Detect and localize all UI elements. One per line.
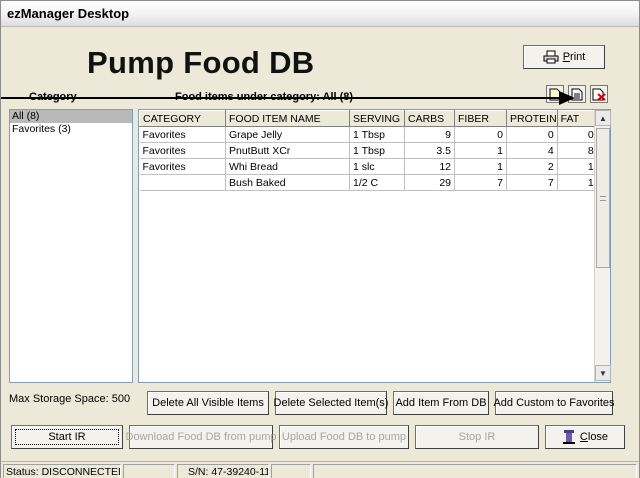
status-pane-empty bbox=[313, 464, 637, 478]
connection-status: Status: DISCONNECTED bbox=[3, 464, 121, 478]
delete-selected-button[interactable]: Delete Selected Item(s) bbox=[274, 391, 388, 415]
table-cell: 1 Tbsp bbox=[349, 142, 405, 159]
close-label: Close bbox=[579, 431, 609, 443]
table-cell: 1 bbox=[454, 158, 507, 175]
stop-ir-button[interactable]: Stop IR bbox=[415, 425, 539, 449]
table-cell: Whi Bread bbox=[225, 158, 350, 175]
window-title: ezManager Desktop bbox=[7, 6, 130, 21]
table-header-row: CATEGORY FOOD ITEM NAME SERVING CARBS FI… bbox=[139, 110, 598, 127]
table-row[interactable]: Favorites PnutButt XCr 1 Tbsp 3.5 1 4 8 bbox=[139, 142, 598, 159]
app-window: ezManager Desktop Pump Food DB Print Cat… bbox=[0, 0, 640, 478]
title-bar: ezManager Desktop bbox=[1, 1, 639, 27]
status-bar: Status: DISCONNECTED S/N: 47-39240-11 bbox=[1, 461, 639, 478]
column-header[interactable]: PROTEIN bbox=[506, 110, 558, 127]
grip-icon bbox=[600, 195, 606, 201]
table-cell: Favorites bbox=[139, 158, 226, 175]
table-row[interactable]: Bush Baked 1/2 C 29 7 7 1 bbox=[139, 174, 598, 191]
table-cell: 0 bbox=[557, 126, 598, 143]
table-cell: 1 bbox=[557, 158, 598, 175]
table-cell bbox=[139, 174, 226, 191]
add-custom-to-favorites-button[interactable]: Add Custom to Favorites bbox=[493, 391, 615, 415]
page-title: Pump Food DB bbox=[87, 45, 315, 80]
table-cell: 1/2 C bbox=[349, 174, 405, 191]
table-cell: 29 bbox=[404, 174, 455, 191]
table-cell: 2 bbox=[506, 158, 558, 175]
table-cell: Bush Baked bbox=[225, 174, 350, 191]
download-food-db-button[interactable]: Download Food DB from pump bbox=[126, 425, 277, 449]
table-cell: 7 bbox=[506, 174, 558, 191]
category-label: Category bbox=[29, 91, 77, 103]
scroll-up-icon[interactable]: ▲ bbox=[595, 110, 611, 126]
column-header[interactable]: FOOD ITEM NAME bbox=[225, 110, 350, 127]
column-header[interactable]: SERVING bbox=[349, 110, 405, 127]
category-list[interactable]: All (8) Favorites (3) bbox=[9, 109, 133, 383]
table-cell: 0 bbox=[454, 126, 507, 143]
table-cell: 9 bbox=[404, 126, 455, 143]
table-row[interactable]: Favorites Whi Bread 1 slc 12 1 2 1 bbox=[139, 158, 598, 175]
table-cell: Favorites bbox=[139, 142, 226, 159]
scroll-down-icon[interactable]: ▼ bbox=[595, 365, 611, 381]
table-cell: Grape Jelly bbox=[225, 126, 350, 143]
column-header[interactable]: CATEGORY bbox=[139, 110, 226, 127]
table-cell: 1 Tbsp bbox=[349, 126, 405, 143]
table-cell: 3.5 bbox=[404, 142, 455, 159]
table-cell: PnutButt XCr bbox=[225, 142, 350, 159]
close-button[interactable]: Close bbox=[545, 425, 625, 449]
food-items-table[interactable]: CATEGORY FOOD ITEM NAME SERVING CARBS FI… bbox=[138, 109, 611, 383]
add-item-from-db-button[interactable]: Add Item From DB bbox=[393, 391, 489, 415]
scroll-thumb[interactable] bbox=[596, 128, 610, 268]
table-cell: 8 bbox=[557, 142, 598, 159]
column-header[interactable]: CARBS bbox=[404, 110, 455, 127]
max-storage-label: Max Storage Space: 500 bbox=[9, 393, 131, 405]
column-header[interactable]: FAT bbox=[556, 110, 598, 127]
vertical-scrollbar[interactable]: ▲ ▼ bbox=[594, 110, 611, 382]
close-figure-icon bbox=[562, 430, 575, 444]
table-cell: Favorites bbox=[139, 126, 226, 143]
table-cell: 1 bbox=[454, 142, 507, 159]
print-button[interactable]: Print bbox=[523, 45, 605, 69]
food-items-label: Food items under category: All (8) bbox=[175, 91, 354, 103]
column-header[interactable]: FIBER bbox=[454, 110, 507, 127]
table-cell: 1 slc bbox=[349, 158, 405, 175]
table-cell: 4 bbox=[506, 142, 558, 159]
start-ir-button[interactable]: Start IR bbox=[11, 425, 123, 449]
status-pane-empty bbox=[123, 464, 175, 478]
table-cell: 0 bbox=[506, 126, 558, 143]
upload-food-db-button[interactable]: Upload Food DB to pump bbox=[279, 425, 409, 449]
table-cell: 1 bbox=[557, 174, 598, 191]
serial-number: S/N: 47-39240-11 bbox=[177, 464, 269, 478]
table-cell: 12 bbox=[404, 158, 455, 175]
delete-doc-icon[interactable] bbox=[590, 85, 608, 103]
callout-arrow-icon bbox=[559, 91, 575, 105]
delete-all-visible-button[interactable]: Delete All Visible Items bbox=[147, 391, 269, 415]
status-pane-empty bbox=[271, 464, 311, 478]
category-item-all[interactable]: All (8) bbox=[10, 110, 132, 123]
print-label: Print bbox=[562, 51, 586, 63]
table-row[interactable]: Favorites Grape Jelly 1 Tbsp 9 0 0 0 bbox=[139, 126, 598, 143]
category-item-favorites[interactable]: Favorites (3) bbox=[10, 123, 132, 136]
printer-icon bbox=[543, 50, 559, 64]
table-cell: 7 bbox=[454, 174, 507, 191]
